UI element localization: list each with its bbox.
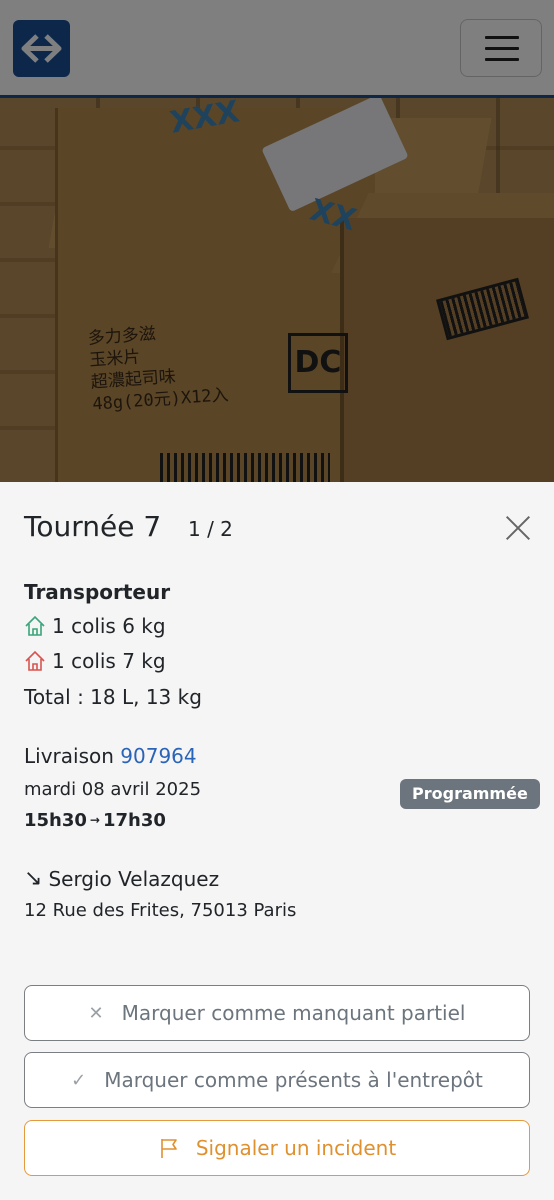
delivery-label: Livraison bbox=[24, 744, 114, 768]
delivery-time-window: 15h30 → 17h30 bbox=[24, 810, 166, 831]
delivery-id-link[interactable]: 907964 bbox=[120, 744, 196, 768]
home-pickup-icon bbox=[25, 615, 45, 636]
flag-icon bbox=[161, 1139, 177, 1158]
delivery-line: 1 colis 7 kg bbox=[24, 649, 166, 673]
delivery-text: 1 colis 7 kg bbox=[52, 649, 166, 673]
tour-title: Tournée 7 bbox=[24, 510, 162, 543]
mark-missing-partial-label: Marquer comme manquant partiel bbox=[121, 1001, 466, 1025]
report-incident-label: Signaler un incident bbox=[195, 1136, 397, 1160]
recipient-name: Sergio Velazquez bbox=[48, 866, 220, 891]
mark-present-warehouse-label: Marquer comme présents à l'entrepôt bbox=[104, 1068, 483, 1092]
tour-counter: 1 / 2 bbox=[188, 517, 233, 541]
time-start: 15h30 bbox=[24, 810, 87, 831]
arrow-right-icon: → bbox=[89, 813, 100, 827]
mark-present-warehouse-button[interactable]: ✓ Marquer comme présents à l'entrepôt bbox=[24, 1052, 530, 1108]
status-badge: Programmée bbox=[400, 779, 540, 809]
recipient: ↘ Sergio Velazquez bbox=[24, 866, 219, 891]
report-incident-button[interactable]: Signaler un incident bbox=[24, 1120, 530, 1176]
delivery-date: mardi 08 avril 2025 bbox=[24, 779, 202, 800]
arrow-down-right-icon: ↘ bbox=[24, 866, 43, 891]
close-icon[interactable] bbox=[500, 510, 536, 546]
pickup-line: 1 colis 6 kg bbox=[24, 614, 166, 638]
total-text: Total : 18 L, 13 kg bbox=[24, 685, 202, 709]
home-delivery-icon bbox=[25, 650, 45, 671]
mark-missing-partial-button[interactable]: ✕ Marquer comme manquant partiel bbox=[24, 985, 530, 1041]
pickup-text: 1 colis 6 kg bbox=[52, 614, 166, 638]
time-end: 17h30 bbox=[102, 810, 166, 831]
close-x-icon: ✕ bbox=[88, 1002, 104, 1024]
modal-backdrop[interactable] bbox=[0, 0, 554, 482]
delivery-reference: Livraison 907964 bbox=[24, 744, 197, 768]
tour-details-sheet: Tournée 7 1 / 2 Transporteur 1 colis 6 k… bbox=[0, 482, 554, 1200]
check-icon: ✓ bbox=[71, 1069, 87, 1091]
carrier-label: Transporteur bbox=[24, 580, 171, 604]
recipient-address: 12 Rue des Frites, 75013 Paris bbox=[24, 900, 297, 921]
